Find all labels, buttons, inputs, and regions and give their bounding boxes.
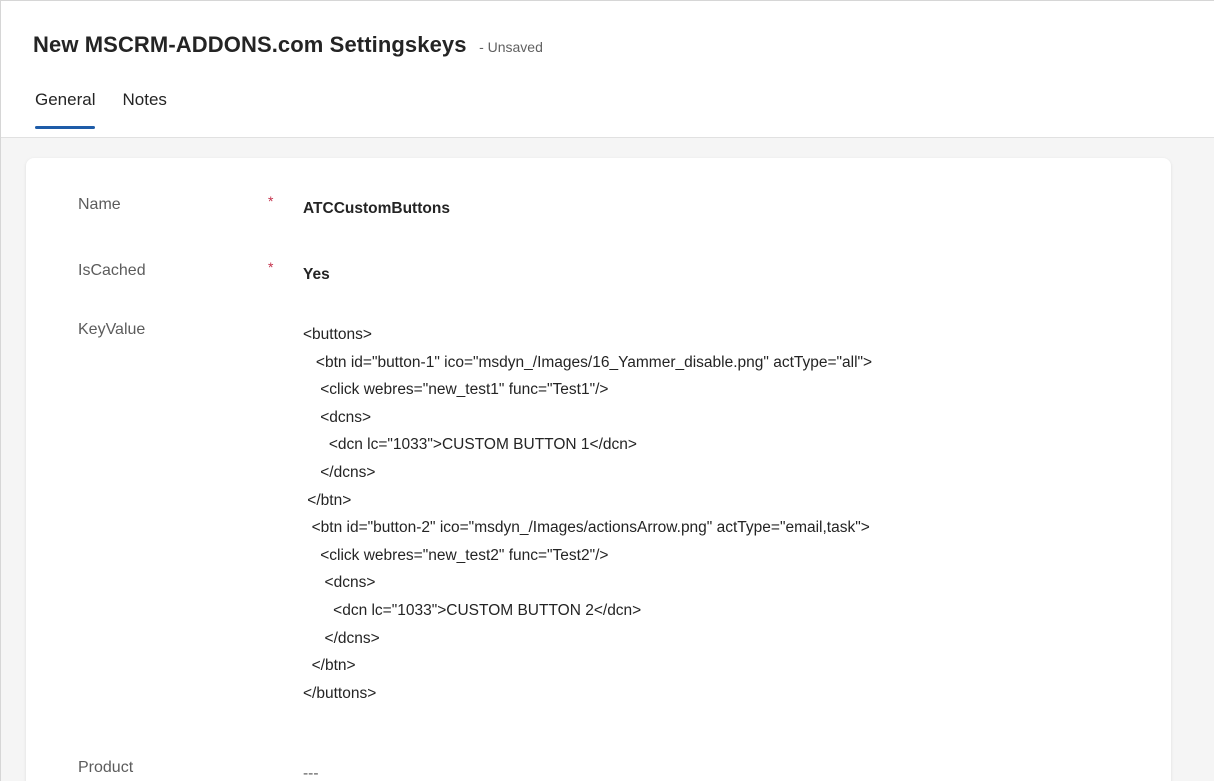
form-header: New MSCRM-ADDONS.com Settingskeys - Unsa…	[1, 1, 1214, 138]
keyvalue-line: <btn id="button-1" ico="msdyn_/Images/16…	[303, 353, 873, 371]
field-name-label: Name	[78, 196, 121, 213]
field-iscached-label: IsCached	[78, 262, 146, 279]
iscached-toggle[interactable]: Yes	[303, 266, 330, 284]
keyvalue-textarea[interactable]: <buttons> <btn id="button-1" ico="msdyn_…	[303, 321, 1143, 707]
field-product-label: Product	[78, 759, 134, 776]
keyvalue-line: <btn id="button-2" ico="msdyn_/Images/ac…	[303, 519, 870, 537]
tab-list: General Notes	[35, 90, 194, 130]
keyvalue-line: <click webres="new_test2" func="Test2"/>	[303, 546, 609, 564]
general-section-card: Name * ATCCustomButtons IsCached * Yes K…	[26, 158, 1171, 781]
title-row: New MSCRM-ADDONS.com Settingskeys - Unsa…	[33, 32, 543, 58]
required-asterisk: *	[268, 193, 274, 209]
keyvalue-line: <buttons>	[303, 326, 372, 343]
save-status: - Unsaved	[479, 39, 543, 55]
keyvalue-line: <dcn lc="1033">CUSTOM BUTTON 2</dcn>	[303, 601, 642, 619]
tab-general[interactable]: General	[35, 90, 96, 130]
record-form-window: New MSCRM-ADDONS.com Settingskeys - Unsa…	[0, 0, 1214, 781]
keyvalue-line: </dcns>	[303, 629, 380, 647]
name-input[interactable]: ATCCustomButtons	[303, 200, 450, 218]
field-keyvalue-label: KeyValue	[78, 321, 146, 338]
keyvalue-line: <click webres="new_test1" func="Test1"/>	[303, 381, 609, 399]
keyvalue-line: </dcns>	[303, 463, 376, 481]
record-title: New MSCRM-ADDONS.com Settingskeys	[33, 32, 467, 57]
keyvalue-line: </btn>	[303, 657, 356, 675]
keyvalue-line: <dcns>	[303, 574, 376, 592]
product-lookup[interactable]: ---	[303, 765, 319, 781]
required-asterisk: *	[268, 259, 274, 275]
keyvalue-line: </buttons>	[303, 684, 377, 702]
form-content-area: Name * ATCCustomButtons IsCached * Yes K…	[1, 138, 1214, 781]
keyvalue-line: </btn>	[303, 491, 352, 509]
tab-notes[interactable]: Notes	[122, 90, 166, 130]
keyvalue-line: <dcns>	[303, 408, 372, 426]
keyvalue-line: <dcn lc="1033">CUSTOM BUTTON 1</dcn>	[303, 436, 637, 454]
